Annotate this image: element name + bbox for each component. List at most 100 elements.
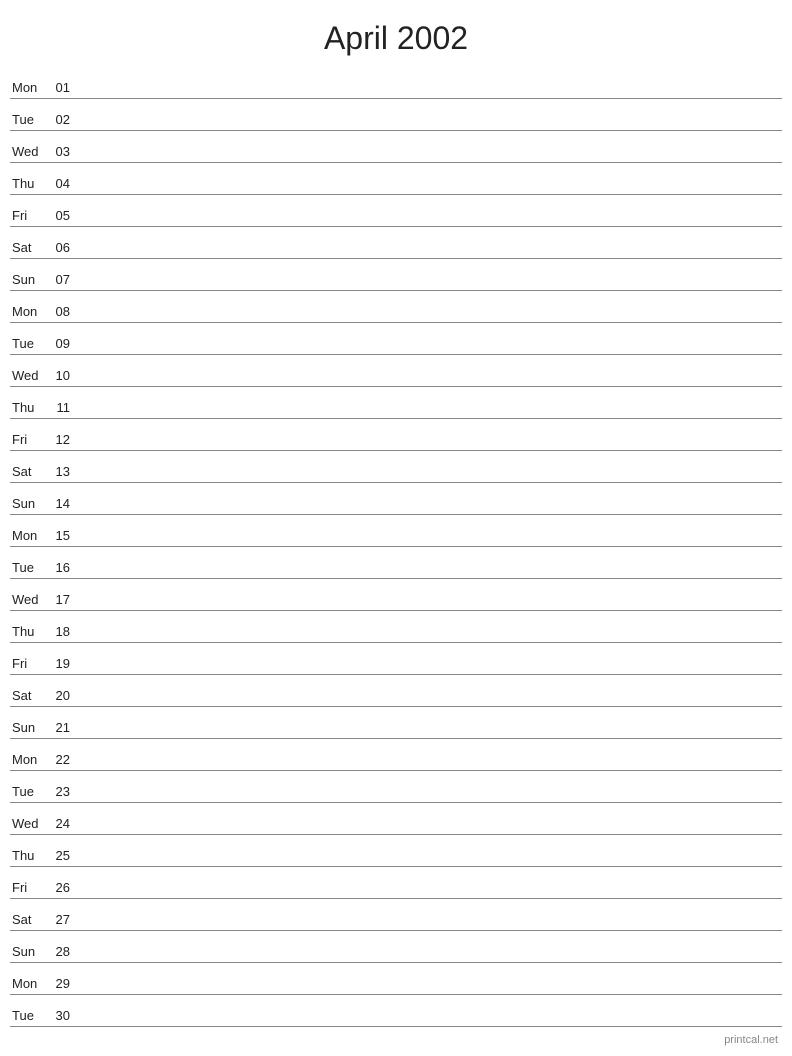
day-name: Wed: [10, 368, 50, 383]
day-row: Mon08: [10, 291, 782, 323]
day-number: 18: [50, 624, 78, 639]
day-row: Wed03: [10, 131, 782, 163]
day-name: Fri: [10, 208, 50, 223]
day-row: Fri05: [10, 195, 782, 227]
day-row: Mon29: [10, 963, 782, 995]
day-number: 07: [50, 272, 78, 287]
day-line: [78, 670, 782, 671]
day-row: Sat06: [10, 227, 782, 259]
day-line: [78, 926, 782, 927]
day-line: [78, 350, 782, 351]
day-name: Sun: [10, 720, 50, 735]
day-number: 28: [50, 944, 78, 959]
day-row: Tue23: [10, 771, 782, 803]
day-row: Wed10: [10, 355, 782, 387]
day-line: [78, 958, 782, 959]
day-number: 06: [50, 240, 78, 255]
day-name: Wed: [10, 592, 50, 607]
day-number: 15: [50, 528, 78, 543]
day-line: [78, 446, 782, 447]
day-line: [78, 190, 782, 191]
day-line: [78, 222, 782, 223]
page-title: April 2002: [0, 0, 792, 67]
day-number: 09: [50, 336, 78, 351]
day-row: Mon01: [10, 67, 782, 99]
day-number: 01: [50, 80, 78, 95]
day-name: Mon: [10, 304, 50, 319]
day-name: Thu: [10, 400, 50, 415]
day-name: Tue: [10, 560, 50, 575]
day-row: Tue30: [10, 995, 782, 1027]
day-line: [78, 158, 782, 159]
day-row: Fri12: [10, 419, 782, 451]
day-number: 22: [50, 752, 78, 767]
day-name: Mon: [10, 976, 50, 991]
day-line: [78, 254, 782, 255]
day-name: Tue: [10, 112, 50, 127]
day-name: Sat: [10, 240, 50, 255]
day-name: Tue: [10, 336, 50, 351]
day-name: Mon: [10, 528, 50, 543]
day-name: Wed: [10, 816, 50, 831]
day-name: Sat: [10, 688, 50, 703]
day-line: [78, 94, 782, 95]
day-line: [78, 990, 782, 991]
day-row: Fri26: [10, 867, 782, 899]
day-row: Sun14: [10, 483, 782, 515]
day-name: Mon: [10, 752, 50, 767]
day-row: Sat20: [10, 675, 782, 707]
day-line: [78, 510, 782, 511]
day-line: [78, 414, 782, 415]
day-line: [78, 318, 782, 319]
day-name: Fri: [10, 880, 50, 895]
day-name: Fri: [10, 432, 50, 447]
day-name: Tue: [10, 1008, 50, 1023]
day-line: [78, 862, 782, 863]
day-name: Sun: [10, 272, 50, 287]
day-number: 05: [50, 208, 78, 223]
day-row: Tue09: [10, 323, 782, 355]
day-row: Thu25: [10, 835, 782, 867]
day-number: 03: [50, 144, 78, 159]
calendar-grid: Mon01Tue02Wed03Thu04Fri05Sat06Sun07Mon08…: [0, 67, 792, 1027]
day-name: Mon: [10, 80, 50, 95]
day-number: 16: [50, 560, 78, 575]
day-number: 29: [50, 976, 78, 991]
day-row: Sat13: [10, 451, 782, 483]
day-row: Sun28: [10, 931, 782, 963]
day-row: Wed24: [10, 803, 782, 835]
day-number: 08: [50, 304, 78, 319]
day-line: [78, 478, 782, 479]
day-number: 10: [50, 368, 78, 383]
day-name: Thu: [10, 176, 50, 191]
day-line: [78, 766, 782, 767]
day-line: [78, 830, 782, 831]
day-number: 27: [50, 912, 78, 927]
day-number: 04: [50, 176, 78, 191]
day-number: 17: [50, 592, 78, 607]
day-number: 14: [50, 496, 78, 511]
day-line: [78, 798, 782, 799]
day-line: [78, 894, 782, 895]
day-number: 12: [50, 432, 78, 447]
day-row: Mon22: [10, 739, 782, 771]
day-line: [78, 286, 782, 287]
day-number: 21: [50, 720, 78, 735]
day-row: Sun07: [10, 259, 782, 291]
day-number: 13: [50, 464, 78, 479]
day-line: [78, 542, 782, 543]
day-line: [78, 734, 782, 735]
day-name: Sun: [10, 944, 50, 959]
day-name: Sat: [10, 464, 50, 479]
footer-text: printcal.net: [724, 1034, 778, 1046]
day-row: Thu18: [10, 611, 782, 643]
day-number: 19: [50, 656, 78, 671]
day-row: Sat27: [10, 899, 782, 931]
day-number: 24: [50, 816, 78, 831]
day-number: 20: [50, 688, 78, 703]
day-name: Thu: [10, 624, 50, 639]
day-line: [78, 574, 782, 575]
day-row: Tue16: [10, 547, 782, 579]
day-row: Sun21: [10, 707, 782, 739]
day-name: Fri: [10, 656, 50, 671]
